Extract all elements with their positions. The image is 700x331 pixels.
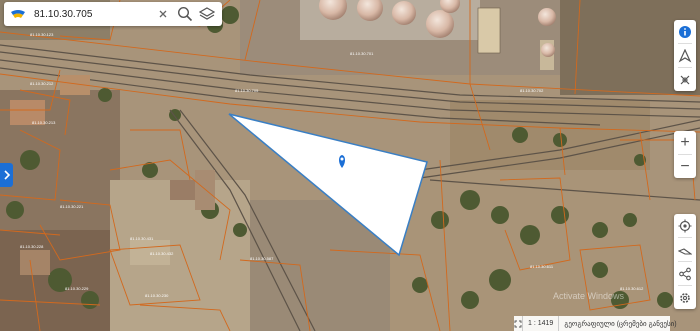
zoom-in-button[interactable]: + (674, 131, 696, 154)
svg-text:81.10.30.431: 81.10.30.431 (130, 236, 154, 241)
expand-icon (514, 320, 522, 327)
svg-text:81.10.30.701: 81.10.30.701 (350, 51, 374, 56)
settings-button[interactable] (674, 286, 696, 309)
search-bar (4, 2, 222, 26)
svg-text:81.10.30.587: 81.10.30.587 (250, 256, 274, 261)
right-toolbar-bottom (674, 214, 696, 309)
layers-button[interactable] (196, 3, 218, 25)
svg-text:81.10.30.228: 81.10.30.228 (20, 244, 44, 249)
svg-text:81.10.30.705: 81.10.30.705 (235, 88, 259, 93)
info-icon (679, 25, 691, 38)
windows-watermark: Activate Windows (553, 291, 625, 301)
svg-text:81.10.30.230: 81.10.30.230 (145, 293, 169, 298)
crosshair-button[interactable] (674, 68, 696, 91)
svg-text:81.10.30.221: 81.10.30.221 (60, 204, 84, 209)
measure-icon (678, 247, 692, 255)
search-icon (177, 6, 193, 22)
my-location-icon (678, 219, 692, 232)
close-icon (159, 10, 167, 18)
share-button[interactable] (674, 262, 696, 285)
clear-search-button[interactable] (152, 3, 174, 25)
svg-text:81.10.30.432: 81.10.30.432 (150, 251, 174, 256)
app-logo (8, 4, 28, 24)
zoom-controls: + − (674, 131, 696, 178)
navigate-button[interactable] (674, 44, 696, 67)
svg-text:81.10.30.212: 81.10.30.212 (30, 81, 54, 86)
my-location-button[interactable] (674, 214, 696, 237)
svg-text:81.10.30.611: 81.10.30.611 (530, 264, 554, 269)
info-button[interactable] (674, 20, 696, 43)
right-toolbar-top (674, 20, 696, 91)
layers-icon (199, 7, 215, 20)
zoom-out-button[interactable]: − (674, 155, 696, 178)
map-canvas[interactable]: 81.10.30.123 81.10.30.705 81.10.30.212 8… (0, 0, 700, 331)
measure-button[interactable] (674, 238, 696, 261)
navigate-icon (678, 48, 692, 63)
svg-text:81.10.30.213: 81.10.30.213 (32, 120, 56, 125)
svg-text:81.10.30.123: 81.10.30.123 (30, 32, 54, 37)
map-scale: 1 : 1419 (523, 316, 560, 331)
settings-icon (680, 292, 690, 303)
expand-button[interactable] (514, 316, 523, 331)
svg-text:81.10.30.702: 81.10.30.702 (520, 88, 544, 93)
search-button[interactable] (174, 3, 196, 25)
left-panel-toggle[interactable] (0, 163, 13, 187)
status-bar: 1 : 1419 გეოგრაფიული (ცრემები განვესი) (514, 316, 677, 331)
chevron-right-icon (3, 170, 10, 180)
svg-text:81.10.30.229: 81.10.30.229 (65, 286, 89, 291)
basemap-layer-label[interactable]: გეოგრაფიული (ცრემები განვესი) (559, 320, 676, 328)
share-icon (679, 267, 691, 280)
crosshair-icon (680, 75, 690, 84)
search-input[interactable] (34, 8, 152, 20)
